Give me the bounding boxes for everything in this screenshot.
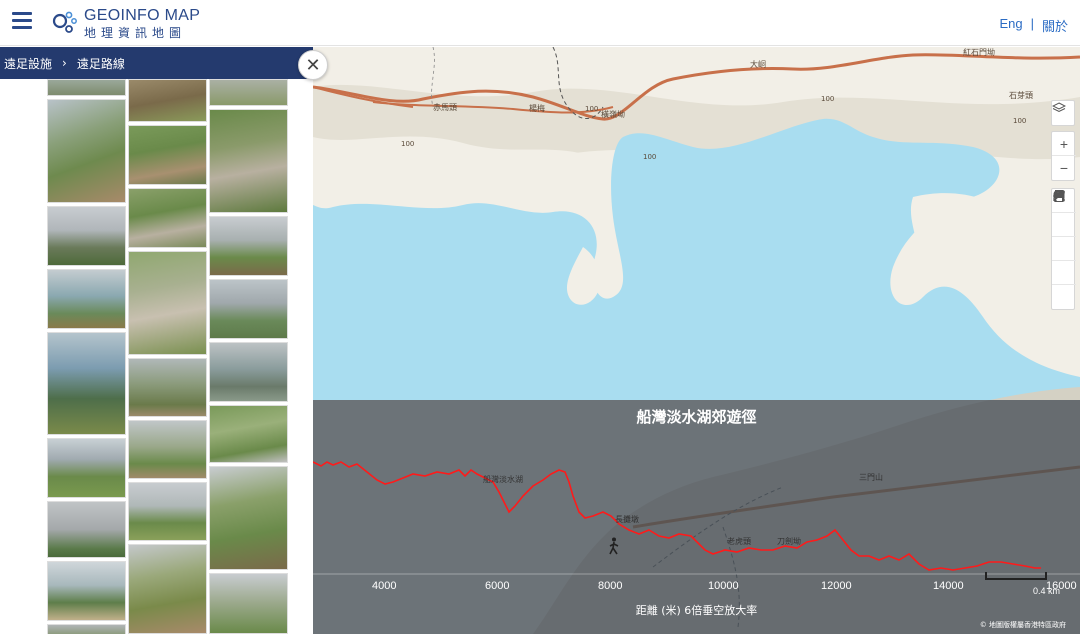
- breadcrumb-item-facilities[interactable]: 遠足設施: [4, 55, 52, 72]
- elevation-profile: 船灣淡水湖郊遊徑 船灣淡水湖 長攤墩 老虎頭 刀劍坳 三門山 4000 6000…: [313, 400, 1080, 634]
- close-icon: ✕: [305, 54, 321, 75]
- zoom-out-icon[interactable]: −: [1052, 156, 1076, 180]
- profile-place-label: 刀劍坳: [777, 537, 801, 546]
- logo-title-zh: 地理資訊地圖: [84, 25, 187, 40]
- share-icon[interactable]: [1052, 190, 1076, 261]
- map-label: 大峒: [750, 60, 766, 69]
- logo-mark-icon: [52, 9, 80, 37]
- profile-place-label: 長攤墩: [615, 515, 639, 524]
- lang-separator: |: [1030, 16, 1034, 31]
- elevation-line: [313, 461, 1041, 571]
- x-tick-label: 14000: [933, 580, 964, 592]
- lang-eng-link[interactable]: Eng: [999, 16, 1022, 35]
- profile-place-label: 三門山: [859, 473, 883, 482]
- trail-photo[interactable]: [209, 79, 288, 106]
- x-tick-label: 8000: [598, 580, 623, 592]
- map-label: 橫嶺坳: [601, 110, 625, 119]
- contour-label: 100: [401, 140, 415, 148]
- ruler-icon[interactable]: [1052, 190, 1076, 237]
- profile-place-label: 船灣淡水湖: [483, 475, 523, 484]
- map-label: 紅石門坳: [963, 48, 995, 57]
- x-tick-label: 12000: [821, 580, 852, 592]
- trail-photo[interactable]: [47, 332, 126, 435]
- contour-label: 100: [643, 153, 657, 161]
- contour-label: 100: [585, 105, 599, 113]
- trail-photo[interactable]: [47, 438, 126, 498]
- breadcrumb: 遠足設施 › 遠足路線: [0, 47, 313, 79]
- x-axis-label: 距離 (米) 6倍垂空放大率: [635, 604, 758, 617]
- photo-gallery: [0, 79, 313, 634]
- contour-label: 100: [1013, 117, 1027, 125]
- x-tick-label: 4000: [372, 580, 397, 592]
- zoom-control: + −: [1051, 131, 1076, 181]
- profile-place-label: 老虎頭: [727, 537, 751, 546]
- trail-photo[interactable]: [209, 109, 288, 213]
- trail-photo[interactable]: [209, 405, 288, 463]
- breadcrumb-item-routes[interactable]: 遠足路線: [77, 55, 125, 72]
- trail-photo[interactable]: [128, 79, 207, 122]
- trail-photo[interactable]: [128, 420, 207, 479]
- logo-title-en: GEOINFO MAP: [84, 6, 201, 24]
- trail-photo[interactable]: [47, 269, 126, 329]
- trail-photo[interactable]: [209, 216, 288, 276]
- trail-photo[interactable]: [47, 501, 126, 558]
- menu-icon[interactable]: [12, 12, 32, 30]
- trail-photo[interactable]: [128, 251, 207, 355]
- breadcrumb-separator: ›: [62, 56, 67, 70]
- layers-control: [1051, 100, 1075, 126]
- trail-photo[interactable]: [47, 206, 126, 266]
- x-tick-label: 6000: [485, 580, 510, 592]
- trail-photo[interactable]: [209, 342, 288, 402]
- map-label: 楊梅: [529, 104, 545, 113]
- trail-photo[interactable]: [47, 624, 126, 634]
- trail-photo[interactable]: [47, 79, 126, 96]
- layers-icon[interactable]: [1052, 101, 1076, 125]
- top-bar: GEOINFO MAP 地理資訊地圖 Eng | 關於: [0, 0, 1080, 46]
- trail-photo[interactable]: [128, 188, 207, 248]
- trail-photo[interactable]: [209, 279, 288, 339]
- trail-photo[interactable]: [209, 573, 288, 634]
- map-label: 石芽頭: [1009, 91, 1033, 100]
- map-label: 赤馬頭: [433, 103, 457, 112]
- zoom-in-icon[interactable]: +: [1052, 132, 1076, 156]
- trail-photo[interactable]: [128, 544, 207, 634]
- language-links: Eng | 關於: [999, 16, 1068, 35]
- scale-label: 0.4 km: [1033, 586, 1061, 596]
- trail-photo[interactable]: [47, 99, 126, 203]
- fullscreen-icon[interactable]: [1052, 190, 1076, 309]
- about-link[interactable]: 關於: [1042, 16, 1068, 35]
- close-panel-button[interactable]: ✕: [298, 50, 328, 80]
- scale-bar: [985, 572, 1047, 580]
- hiker-icon: [609, 537, 619, 555]
- profile-chart: [313, 461, 1080, 575]
- trail-photo[interactable]: [128, 358, 207, 417]
- print-icon[interactable]: [1052, 190, 1076, 285]
- logo[interactable]: GEOINFO MAP 地理資訊地圖: [52, 6, 200, 40]
- x-tick-label: 10000: [708, 580, 739, 592]
- map-view[interactable]: 大峒 紅石門坳 赤馬頭 楊梅 橫嶺坳 石芽頭 100 100 100 100 1…: [313, 47, 1080, 634]
- map-copyright: © 地圖版權屬香港特區政府: [979, 621, 1066, 629]
- trail-photo[interactable]: [47, 561, 126, 621]
- tool-controls: [1051, 188, 1076, 310]
- contour-label: 100: [821, 95, 835, 103]
- trail-photo[interactable]: [128, 125, 207, 185]
- trail-photo[interactable]: [209, 466, 288, 570]
- trail-photo[interactable]: [128, 482, 207, 541]
